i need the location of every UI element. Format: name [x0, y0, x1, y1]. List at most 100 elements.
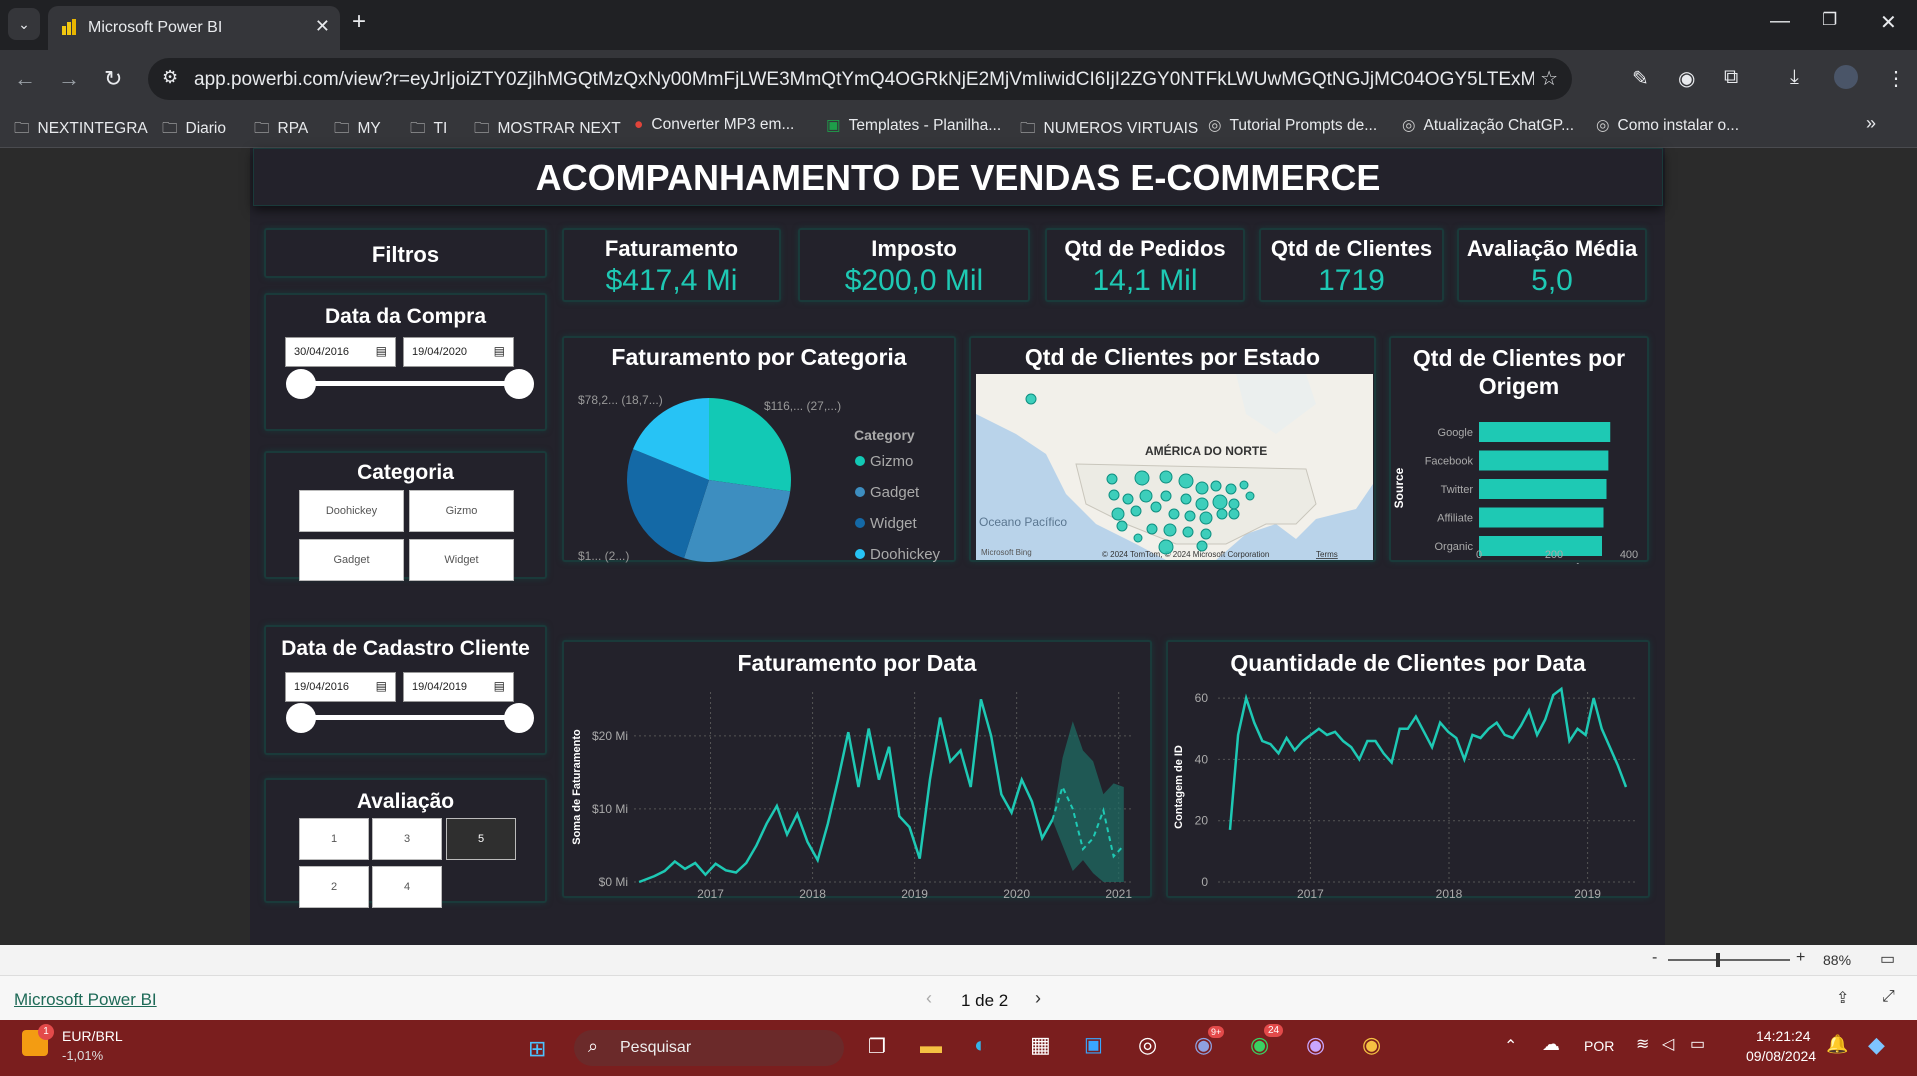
- end-date-input[interactable]: 19/04/2019 ▤: [403, 672, 514, 702]
- bookmark-item[interactable]: 🗀 MY: [334, 116, 381, 143]
- prev-page-icon[interactable]: ‹: [926, 988, 932, 1009]
- bookmark-item[interactable]: 🗀 NUMEROS VIRTUAIS: [1020, 116, 1198, 143]
- map-bubble[interactable]: [1200, 528, 1212, 540]
- bar-chart-card[interactable]: Qtd de Clientes por Origem Google Faceboo…: [1389, 336, 1649, 564]
- map-bubble[interactable]: [1228, 498, 1240, 510]
- bar-google[interactable]: [1479, 422, 1611, 442]
- edge-icon[interactable]: ◐: [974, 1032, 987, 1058]
- extension-icon[interactable]: ◉: [1678, 66, 1695, 91]
- slider-end-handle[interactable]: [504, 703, 534, 733]
- task-view-icon[interactable]: ❐: [868, 1034, 886, 1059]
- profile-avatar[interactable]: [1834, 65, 1858, 89]
- calendar-icon[interactable]: ▤: [376, 344, 387, 358]
- omnibox[interactable]: ⚙ app.powerbi.com/view?r=eyJrIjoiZTY0Zjl…: [148, 58, 1572, 100]
- map-card[interactable]: Qtd de Clientes por Estado AMÉRICA DO NO…: [969, 336, 1376, 562]
- map-bubble[interactable]: [1195, 497, 1209, 511]
- fit-page-icon[interactable]: ▭: [1880, 949, 1895, 969]
- legend-item-gadget[interactable]: Gadget: [870, 484, 920, 501]
- tab-close-icon[interactable]: ✕: [315, 16, 330, 37]
- rating-tile-2[interactable]: 2: [299, 866, 369, 908]
- clock-time[interactable]: 14:21:24: [1756, 1028, 1811, 1044]
- bar-twitter[interactable]: [1479, 479, 1607, 499]
- bookmark-item[interactable]: ▣ Templates - Planilha...: [826, 116, 1001, 135]
- map-bubble[interactable]: [1116, 520, 1128, 532]
- pie-chart-card[interactable]: Faturamento por Categoria $116,... (27,.…: [562, 336, 958, 564]
- map-bubble[interactable]: [1158, 539, 1174, 555]
- start-date-input[interactable]: 19/04/2016 ▤: [285, 672, 396, 702]
- minimize-icon[interactable]: —: [1770, 10, 1790, 33]
- app-icon[interactable]: ◎: [1138, 1032, 1157, 1058]
- map-bubble[interactable]: [1106, 473, 1118, 485]
- category-tile-gizmo[interactable]: Gizmo: [409, 490, 514, 532]
- zoom-out-icon[interactable]: -: [1652, 949, 1657, 967]
- map-bubble[interactable]: [1139, 489, 1153, 503]
- map-bubble[interactable]: [1025, 393, 1037, 405]
- back-icon[interactable]: ←: [14, 66, 36, 92]
- calendar-icon[interactable]: ▤: [494, 344, 505, 358]
- clock-date[interactable]: 09/08/2024: [1746, 1048, 1816, 1064]
- date-range-slider[interactable]: [302, 381, 512, 386]
- map-bubble[interactable]: [1168, 508, 1180, 520]
- calendar-icon[interactable]: ▤: [494, 679, 505, 693]
- map-bubble[interactable]: [1228, 508, 1240, 520]
- volume-icon[interactable]: ◁: [1662, 1034, 1674, 1054]
- map-bubble[interactable]: [1159, 470, 1173, 484]
- extensions-puzzle-icon[interactable]: ⧉: [1724, 66, 1738, 89]
- bar-organic[interactable]: [1479, 536, 1602, 556]
- rating-tile-1[interactable]: 1: [299, 818, 369, 860]
- legend-item-gizmo[interactable]: Gizmo: [870, 453, 913, 470]
- map-bubble[interactable]: [1133, 533, 1143, 543]
- next-page-icon[interactable]: ›: [1035, 988, 1041, 1009]
- bookmark-star-icon[interactable]: ☆: [1540, 66, 1558, 91]
- bookmark-item[interactable]: 🗀 NEXTINTEGRA: [14, 116, 148, 143]
- clients-line-chart-card[interactable]: Quantidade de Clientes por Data 0 20 40 60 2…: [1166, 640, 1652, 900]
- map-bubble[interactable]: [1195, 481, 1209, 495]
- prime-video-icon[interactable]: ▣: [1084, 1032, 1103, 1057]
- rating-tile-5-selected[interactable]: 5: [446, 818, 516, 860]
- store-icon[interactable]: ▦: [1030, 1032, 1051, 1058]
- date-range-slider[interactable]: [302, 715, 512, 720]
- map-terms-link[interactable]: Terms: [1316, 550, 1338, 559]
- browser-menu-icon[interactable]: ⋮: [1886, 66, 1906, 91]
- taskbar-search[interactable]: ⌕ Pesquisar: [574, 1030, 844, 1066]
- more-bookmarks-icon[interactable]: »: [1866, 113, 1876, 134]
- powerbi-link[interactable]: Microsoft Power BI: [14, 990, 157, 1010]
- zoom-slider[interactable]: [1668, 959, 1790, 961]
- extension-pen-icon[interactable]: ✎: [1632, 66, 1649, 91]
- map-bubble[interactable]: [1184, 510, 1196, 522]
- battery-icon[interactable]: ▭: [1690, 1034, 1705, 1054]
- pie-chart[interactable]: $116,... (27,...)$114,74... (27,49%)$1..…: [564, 338, 958, 564]
- bookmark-item[interactable]: 🗀 TI: [410, 116, 447, 143]
- bar-affiliate[interactable]: [1479, 507, 1604, 528]
- map-bubble[interactable]: [1111, 507, 1125, 521]
- map-bubble[interactable]: [1182, 526, 1194, 538]
- calendar-icon[interactable]: ▤: [376, 679, 387, 693]
- slider-start-handle[interactable]: [286, 703, 316, 733]
- legend-item-widget[interactable]: Widget: [870, 515, 918, 532]
- bookmark-item[interactable]: 🗀 MOSTRAR NEXT: [474, 116, 621, 143]
- download-icon[interactable]: ⤓: [1790, 66, 1799, 89]
- bookmark-item[interactable]: ◎ Atualização ChatGP...: [1402, 116, 1574, 135]
- map-bubble[interactable]: [1196, 540, 1208, 552]
- bar-facebook[interactable]: [1479, 450, 1609, 471]
- revenue-line-chart[interactable]: $0 Mi$10 Mi$20 Mi20172018201920202021Ano…: [564, 642, 1154, 900]
- new-tab-icon[interactable]: +: [352, 8, 366, 36]
- map-bubble[interactable]: [1212, 494, 1228, 510]
- map-bubble[interactable]: [1245, 491, 1255, 501]
- slider-start-handle[interactable]: [286, 369, 316, 399]
- notification-bell-icon[interactable]: 🔔: [1826, 1034, 1848, 1055]
- map-bubble[interactable]: [1146, 523, 1158, 535]
- revenue-line-chart-card[interactable]: Faturamento por Data $0 Mi $10 Mi $20 Mi 20…: [562, 640, 1154, 900]
- map-bubble[interactable]: [1122, 493, 1134, 505]
- fullscreen-icon[interactable]: ⤢: [1882, 988, 1895, 1006]
- chrome-icon[interactable]: ◉: [1362, 1032, 1381, 1058]
- show-hidden-icons[interactable]: ⌃: [1504, 1036, 1517, 1056]
- legend-item-doohickey[interactable]: Doohickey: [870, 546, 941, 563]
- bookmark-item[interactable]: ● Converter MP3 em...: [634, 116, 794, 134]
- bookmark-item[interactable]: ◎ Tutorial Prompts de...: [1208, 116, 1377, 135]
- onedrive-icon[interactable]: ☁: [1542, 1034, 1560, 1055]
- map-bubble[interactable]: [1130, 505, 1142, 517]
- map-bubble[interactable]: [1210, 480, 1222, 492]
- clients-line-chart[interactable]: 0204060201720182019AnoContagem de ID: [1168, 642, 1652, 900]
- url-text[interactable]: app.powerbi.com/view?r=eyJrIjoiZTY0ZjlhM…: [194, 69, 1534, 91]
